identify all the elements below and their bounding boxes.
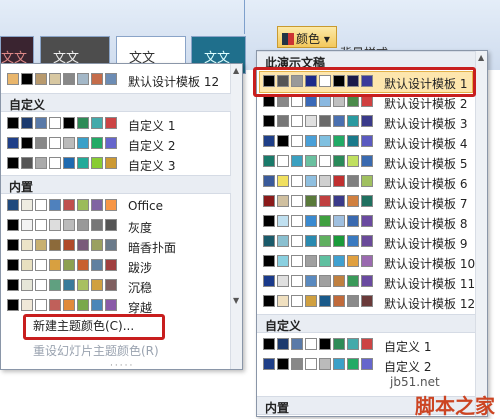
- swatch-strip: [263, 155, 375, 167]
- swatch-strip: [7, 73, 119, 85]
- swatch-strip: [263, 235, 375, 247]
- swatch-strip: [263, 195, 375, 207]
- list-item[interactable]: 默认设计模板 8: [257, 212, 475, 232]
- item-label: 自定义 2: [384, 360, 432, 374]
- list-item[interactable]: 自定义 1: [1, 114, 231, 134]
- item-label: Office: [128, 199, 164, 213]
- list-item[interactable]: 默认设计模板 7: [257, 192, 475, 212]
- swatch-strip: [7, 299, 119, 311]
- list-item[interactable]: 自定义 2: [1, 134, 231, 154]
- swatch-strip: [7, 279, 119, 291]
- list-item[interactable]: 默认设计模板 6: [257, 172, 475, 192]
- swatch-strip: [7, 157, 119, 169]
- item-label: 自定义 2: [128, 139, 176, 153]
- list-item[interactable]: 跋涉: [1, 256, 231, 276]
- item-label: 默认设计模板 2: [384, 97, 468, 111]
- item-label: 默认设计模板 10: [384, 257, 476, 271]
- swatch-strip: [263, 338, 375, 350]
- right-theme-colors-dropdown: ▲ 此演示文稿 默认设计模板 1 默认设计模板 2 默认设计模板 3 默认设计模…: [253, 50, 488, 417]
- section-builtin: 内置: [1, 175, 231, 194]
- list-item[interactable]: 默认设计模板 10: [257, 252, 475, 272]
- list-item[interactable]: 默认设计模板 11: [257, 272, 475, 292]
- item-label: 默认设计模板 4: [384, 137, 468, 151]
- list-item[interactable]: Office: [1, 196, 231, 216]
- list-item[interactable]: 默认设计模板 9: [257, 232, 475, 252]
- item-label: 暗香扑面: [128, 241, 177, 255]
- swatch-strip: [7, 199, 119, 211]
- swatch-strip: [263, 358, 375, 370]
- colors-label: 颜色: [296, 32, 321, 46]
- item-label: 灰度: [128, 221, 153, 235]
- list-item[interactable]: 暗香扑面: [1, 236, 231, 256]
- swatch-strip: [7, 117, 119, 129]
- item-label: 跋涉: [128, 261, 153, 275]
- list-item[interactable]: 自定义 3: [1, 154, 231, 174]
- swatch-strip: [7, 137, 119, 149]
- item-label: 默认设计模板 12: [128, 75, 220, 89]
- colors-button[interactable]: 颜色 ▾: [277, 26, 337, 48]
- list-item[interactable]: 默认设计模板 5: [257, 152, 475, 172]
- watermark-logo: 脚本之家: [415, 394, 495, 418]
- list-item[interactable]: 默认设计模板 12: [257, 292, 475, 312]
- swatch-strip: [7, 259, 119, 271]
- section-custom: 自定义: [1, 93, 231, 112]
- item-label: 默认设计模板 12: [384, 297, 476, 311]
- item-label: 自定义 3: [128, 159, 176, 173]
- swatch-strip: [263, 275, 375, 287]
- item-label: 沉稳: [128, 281, 153, 295]
- item-label: 默认设计模板 5: [384, 157, 468, 171]
- list-item[interactable]: 默认设计模板 3: [257, 112, 475, 132]
- reset-theme-colors-menu-item: 重设幻灯片主题颜色(R): [33, 344, 159, 358]
- item-label: 默认设计模板 8: [384, 217, 468, 231]
- item-label: 默认设计模板 6: [384, 177, 468, 191]
- swatch-strip: [7, 219, 119, 231]
- scroll-down-icon[interactable]: ▼: [233, 296, 239, 305]
- item-label: 默认设计模板 11: [384, 277, 476, 291]
- resize-grip[interactable]: ·····: [110, 361, 134, 371]
- swatch-strip: [263, 135, 375, 147]
- swatch-strip: [263, 255, 375, 267]
- scroll-up-icon[interactable]: ▲: [478, 53, 484, 62]
- swatch-strip: [263, 215, 375, 227]
- item-label: 自定义 1: [128, 119, 176, 133]
- item-label: 默认设计模板 7: [384, 197, 468, 211]
- swatch-strip: [263, 295, 375, 307]
- section-custom: 自定义: [257, 314, 475, 333]
- colors-icon: [282, 33, 294, 45]
- watermark-url: jb51.net: [390, 375, 440, 389]
- list-item[interactable]: 默认设计模板 12: [1, 70, 231, 90]
- swatch-strip: [263, 115, 375, 127]
- item-label: 自定义 1: [384, 340, 432, 354]
- item-label: 默认设计模板 9: [384, 237, 468, 251]
- annotation-highlight: [253, 67, 476, 97]
- right-scrollbar[interactable]: ▲: [475, 51, 487, 416]
- list-item[interactable]: 灰度: [1, 216, 231, 236]
- swatch-strip: [263, 175, 375, 187]
- swatch-strip: [7, 239, 119, 251]
- item-label: 默认设计模板 3: [384, 117, 468, 131]
- list-item[interactable]: 默认设计模板 4: [257, 132, 475, 152]
- ribbon-divider: [244, 0, 245, 34]
- list-item[interactable]: 沉稳: [1, 276, 231, 296]
- new-theme-colors-menu-item[interactable]: 新建主题颜色(C)...: [1, 313, 241, 337]
- list-item[interactable]: 自定义 2: [257, 355, 475, 375]
- list-item[interactable]: 自定义 1: [257, 335, 475, 355]
- scroll-up-icon[interactable]: ▲: [233, 66, 239, 75]
